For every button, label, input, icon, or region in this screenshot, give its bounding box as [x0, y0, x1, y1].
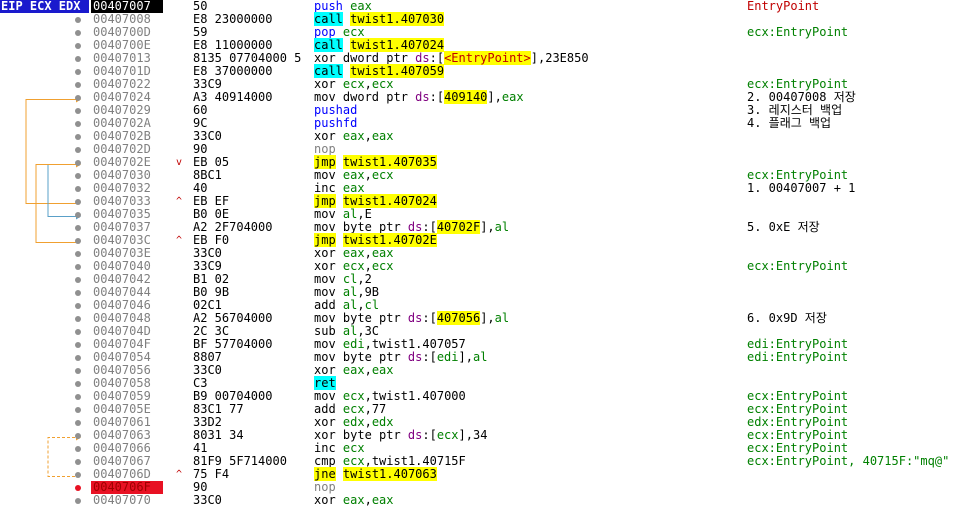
instruction-comment[interactable]: 5. 0xE 저장 [747, 221, 980, 234]
breakpoint-toggle-icon[interactable] [75, 186, 81, 192]
instruction-disassembly[interactable]: xor ecx,ecx [314, 260, 739, 273]
instruction-comment[interactable] [747, 52, 980, 65]
instruction-disassembly[interactable]: xor eax,eax [314, 364, 739, 377]
breakpoint-toggle-icon[interactable] [75, 173, 81, 179]
instruction-bytes: 33C0 [193, 363, 222, 377]
breakpoint-toggle-icon[interactable] [75, 69, 81, 75]
instruction-disassembly[interactable]: xor eax,eax [314, 494, 739, 507]
jump-down-icon: v [176, 157, 183, 168]
instruction-comment[interactable]: ecx:EntryPoint [747, 260, 980, 273]
breakpoint-toggle-icon[interactable] [75, 225, 81, 231]
instruction-disassembly[interactable]: pushad [314, 104, 739, 117]
breakpoint-toggle-icon[interactable] [75, 381, 81, 387]
instruction-bytes: 60 [193, 103, 208, 117]
breakpoint-toggle-icon[interactable] [75, 30, 81, 36]
instruction-disassembly[interactable]: xor byte ptr ds:[ecx],34 [314, 429, 739, 442]
instruction-comment[interactable]: edi:EntryPoint [747, 351, 980, 364]
jump-up-icon: ^ [176, 196, 183, 207]
instruction-comment[interactable]: ecx:EntryPoint [747, 26, 980, 39]
breakpoint-toggle-icon[interactable] [75, 134, 81, 140]
breakpoint-toggle-icon[interactable] [75, 277, 81, 283]
breakpoint-toggle-icon[interactable] [75, 316, 81, 322]
instruction-comment[interactable] [747, 130, 980, 143]
breakpoint-toggle-icon[interactable] [75, 199, 81, 205]
instruction-comment[interactable]: EntryPoint [747, 0, 980, 13]
jump-up-icon: ^ [176, 469, 183, 480]
disassembly-view[interactable]: EIP ECX EDX 00407007 50 push eax EntryPoint 0… [0, 0, 980, 512]
breakpoint-icon[interactable] [75, 485, 81, 491]
instruction-comment[interactable]: 4. 플래그 백업 [747, 117, 980, 130]
breakpoint-toggle-icon[interactable] [75, 368, 81, 374]
instruction-comment[interactable]: 1. 00407007 + 1 [747, 182, 980, 195]
instruction-bytes: A3 40914000 [193, 90, 273, 104]
instruction-comment[interactable] [747, 364, 980, 377]
breakpoint-toggle-icon[interactable] [75, 147, 81, 153]
instruction-address[interactable]: 00407070 [91, 494, 163, 507]
instruction-comment[interactable] [747, 273, 980, 286]
instruction-bytes: 8031 34 [193, 428, 244, 442]
instruction-disassembly[interactable]: jmp twist1.407024 [314, 194, 739, 208]
breakpoint-toggle-icon[interactable] [75, 121, 81, 127]
breakpoint-toggle-icon[interactable] [75, 290, 81, 296]
instruction-comment[interactable] [747, 234, 980, 247]
instruction-comment[interactable] [747, 195, 980, 208]
instruction-disassembly[interactable]: xor eax,eax [314, 130, 739, 143]
breakpoint-toggle-icon[interactable] [75, 56, 81, 62]
instruction-comment[interactable] [747, 39, 980, 52]
instruction-comment[interactable] [747, 286, 980, 299]
instruction-row[interactable]: 00407070 33C0 xor eax,eax [0, 494, 980, 507]
breakpoint-toggle-icon[interactable] [75, 420, 81, 426]
instruction-comment[interactable]: 6. 0x9D 저장 [747, 312, 980, 325]
instruction-disassembly[interactable]: jne twist1.407063 [314, 467, 739, 481]
breakpoint-toggle-icon[interactable] [75, 108, 81, 114]
instruction-disassembly[interactable]: call twist1.407030 [314, 12, 739, 26]
breakpoint-toggle-icon[interactable] [75, 82, 81, 88]
breakpoint-toggle-icon[interactable] [75, 160, 81, 166]
instruction-comment[interactable]: ecx:EntryPoint, 40715F:"mq@" [747, 455, 980, 468]
breakpoint-toggle-icon[interactable] [75, 17, 81, 23]
breakpoint-toggle-icon[interactable] [75, 43, 81, 49]
breakpoint-toggle-icon[interactable] [75, 498, 81, 504]
instruction-bytes: E8 23000000 [193, 12, 273, 26]
breakpoint-toggle-icon[interactable] [75, 342, 81, 348]
breakpoint-toggle-icon[interactable] [75, 264, 81, 270]
breakpoint-toggle-icon[interactable] [75, 95, 81, 101]
jump-up-icon: ^ [176, 235, 183, 246]
instruction-bytes: 75 F4 [193, 467, 230, 481]
breakpoint-toggle-icon[interactable] [75, 459, 81, 465]
breakpoint-toggle-icon[interactable] [75, 251, 81, 257]
instruction-comment[interactable] [747, 143, 980, 156]
instruction-bytes: 33C0 [193, 493, 222, 507]
instruction-comment[interactable] [747, 481, 980, 494]
breakpoint-toggle-icon[interactable] [75, 433, 81, 439]
instruction-bytes: 8BC1 [193, 168, 222, 182]
breakpoint-toggle-icon[interactable] [75, 394, 81, 400]
instruction-disassembly[interactable]: mov eax,ecx [314, 169, 739, 182]
breakpoint-toggle-icon[interactable] [75, 355, 81, 361]
instruction-disassembly[interactable]: mov dword ptr ds:[409140],eax [314, 90, 739, 104]
instruction-comment[interactable] [747, 468, 980, 481]
instruction-bytes: 33C0 [193, 129, 222, 143]
breakpoint-toggle-icon[interactable] [75, 407, 81, 413]
register-labels: EIP ECX EDX [0, 0, 89, 13]
instruction-comment[interactable] [747, 494, 980, 507]
breakpoint-toggle-icon[interactable] [75, 446, 81, 452]
breakpoint-toggle-icon[interactable] [75, 303, 81, 309]
breakpoint-toggle-icon[interactable] [75, 329, 81, 335]
breakpoint-toggle-icon[interactable] [75, 238, 81, 244]
breakpoint-toggle-icon[interactable] [75, 212, 81, 218]
breakpoint-toggle-icon[interactable] [75, 472, 81, 478]
